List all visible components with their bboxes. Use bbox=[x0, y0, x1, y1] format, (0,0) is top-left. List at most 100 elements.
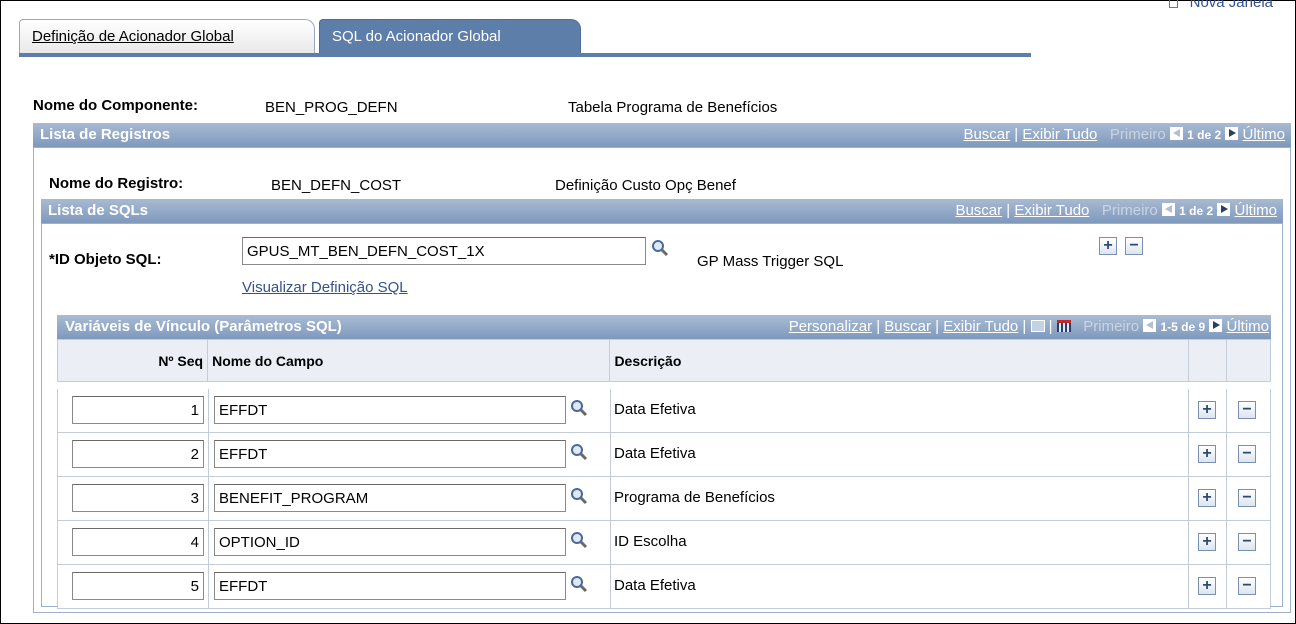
sqls-title: Lista de SQLs bbox=[48, 202, 149, 219]
next-arrow-icon[interactable] bbox=[1209, 319, 1223, 332]
minus-icon[interactable]: − bbox=[1238, 401, 1256, 419]
description-value: Programa de Benefícios bbox=[614, 489, 775, 506]
records-last-link[interactable]: Último bbox=[1242, 126, 1285, 143]
magnifier-icon[interactable] bbox=[570, 531, 588, 549]
sqls-count: 1 de 2 bbox=[1179, 204, 1214, 218]
new-window-grid-icon[interactable] bbox=[1030, 320, 1045, 332]
cell-divider bbox=[1226, 477, 1227, 520]
new-window-link[interactable]: Nova Janela bbox=[1168, 0, 1273, 11]
cell-divider bbox=[1188, 477, 1189, 520]
field-name-input[interactable] bbox=[214, 572, 566, 600]
magnifier-icon[interactable] bbox=[570, 487, 588, 505]
seq-input[interactable] bbox=[72, 484, 204, 512]
bind-last-link[interactable]: Último bbox=[1226, 318, 1269, 335]
col-label: Nº Seq bbox=[158, 352, 204, 369]
cell-divider bbox=[610, 389, 611, 432]
minus-icon[interactable]: − bbox=[1238, 533, 1256, 551]
prev-arrow-icon bbox=[1161, 203, 1175, 216]
sqls-last-link[interactable]: Último bbox=[1234, 202, 1277, 219]
sql-description: GP Mass Trigger SQL bbox=[697, 253, 844, 270]
plus-icon[interactable]: + bbox=[1198, 577, 1216, 595]
cell-divider bbox=[208, 521, 209, 564]
table-row: Programa de Benefícios + − bbox=[57, 477, 1271, 521]
plus-icon[interactable]: + bbox=[1099, 237, 1117, 255]
bind-vars-nav: Personalizar | Buscar | Exibir Tudo | | … bbox=[788, 318, 1269, 335]
tab-label: Definição de Acionador Global bbox=[32, 28, 234, 45]
magnifier-icon[interactable] bbox=[570, 443, 588, 461]
field-name-input[interactable] bbox=[214, 528, 566, 556]
cell-divider bbox=[208, 565, 209, 608]
record-description: Definição Custo Opç Benef bbox=[555, 177, 736, 194]
records-title: Lista de Registros bbox=[40, 126, 171, 143]
table-row: Data Efetiva + − bbox=[57, 565, 1271, 609]
new-window-label[interactable]: Nova Janela bbox=[1190, 0, 1273, 11]
minus-icon[interactable]: − bbox=[1125, 237, 1143, 255]
bind-vars-table: Nº Seq Nome do Campo Descrição bbox=[56, 339, 1272, 382]
sqls-find-link[interactable]: Buscar bbox=[955, 202, 1002, 219]
cell-divider bbox=[1188, 389, 1189, 432]
minus-icon[interactable]: − bbox=[1238, 577, 1256, 595]
field-name-input[interactable] bbox=[214, 484, 566, 512]
bind-vars-title: Variáveis de Vínculo (Parâmetros SQL) bbox=[65, 318, 342, 335]
next-arrow-icon[interactable] bbox=[1217, 203, 1231, 216]
personalize-link[interactable]: Personalizar bbox=[789, 318, 872, 335]
cell-divider bbox=[1188, 521, 1189, 564]
cell-divider bbox=[610, 433, 611, 476]
minus-icon[interactable]: − bbox=[1238, 445, 1256, 463]
records-nav: Buscar | Exibir Tudo Primeiro 1 de 2 Últ… bbox=[963, 126, 1285, 143]
seq-input[interactable] bbox=[72, 396, 204, 424]
cell-divider bbox=[1188, 565, 1189, 608]
view-sql-definition-link[interactable]: Visualizar Definição SQL bbox=[242, 279, 408, 296]
plus-icon[interactable]: + bbox=[1198, 489, 1216, 507]
download-excel-icon[interactable] bbox=[1056, 320, 1071, 332]
record-name-label: Nome do Registro: bbox=[49, 175, 184, 192]
bind-find-link[interactable]: Buscar bbox=[884, 318, 931, 335]
prev-arrow-icon bbox=[1169, 127, 1183, 140]
component-description: Tabela Programa de Benefícios bbox=[568, 99, 778, 116]
component-name-value: BEN_PROG_DEFN bbox=[265, 99, 398, 116]
seq-input[interactable] bbox=[72, 440, 204, 468]
minus-icon[interactable]: − bbox=[1238, 489, 1256, 507]
cell-divider bbox=[208, 389, 209, 432]
sqls-header: Lista de SQLs Buscar | Exibir Tudo Prime… bbox=[41, 199, 1283, 223]
col-header-seq: Nº Seq bbox=[56, 339, 209, 382]
seq-input[interactable] bbox=[72, 572, 204, 600]
bind-first: Primeiro bbox=[1083, 318, 1140, 335]
plus-icon[interactable]: + bbox=[1198, 533, 1216, 551]
records-find-link[interactable]: Buscar bbox=[963, 126, 1010, 143]
cell-divider bbox=[610, 565, 611, 608]
magnifier-icon[interactable] bbox=[570, 575, 588, 593]
table-row: Data Efetiva + − bbox=[57, 389, 1271, 433]
records-count: 1 de 2 bbox=[1187, 128, 1222, 142]
field-name-input[interactable] bbox=[214, 396, 566, 424]
description-value: Data Efetiva bbox=[614, 401, 696, 418]
magnifier-icon[interactable] bbox=[651, 239, 669, 257]
sql-id-label: *ID Objeto SQL: bbox=[49, 251, 162, 268]
col-label: Nome do Campo bbox=[212, 352, 324, 369]
magnifier-icon[interactable] bbox=[570, 399, 588, 417]
cell-divider bbox=[610, 521, 611, 564]
tab-underline bbox=[19, 53, 1031, 57]
next-arrow-icon[interactable] bbox=[1225, 127, 1239, 140]
component-name-label: Nome do Componente: bbox=[33, 97, 198, 114]
tab-global-trigger-definition[interactable]: Definição de Acionador Global bbox=[19, 19, 315, 53]
sql-id-input[interactable] bbox=[242, 237, 646, 265]
field-name-input[interactable] bbox=[214, 440, 566, 468]
tab-global-trigger-sql[interactable]: SQL do Acionador Global bbox=[319, 19, 581, 55]
tab-label: SQL do Acionador Global bbox=[332, 28, 501, 45]
description-value: ID Escolha bbox=[614, 533, 687, 550]
records-view-all-link[interactable]: Exibir Tudo bbox=[1022, 126, 1097, 143]
sqls-first: Primeiro bbox=[1101, 202, 1158, 219]
cell-divider bbox=[1226, 521, 1227, 564]
page-frame: Nova Janela Definição de Acionador Globa… bbox=[0, 0, 1296, 624]
plus-icon[interactable]: + bbox=[1198, 401, 1216, 419]
seq-input[interactable] bbox=[72, 528, 204, 556]
sqls-view-all-link[interactable]: Exibir Tudo bbox=[1014, 202, 1089, 219]
col-label: Descrição bbox=[614, 352, 682, 369]
description-value: Data Efetiva bbox=[614, 445, 696, 462]
records-header: Lista de Registros Buscar | Exibir Tudo … bbox=[33, 123, 1291, 147]
table-header-row: Nº Seq Nome do Campo Descrição bbox=[56, 339, 1272, 382]
bind-view-all-link[interactable]: Exibir Tudo bbox=[943, 318, 1018, 335]
plus-icon[interactable]: + bbox=[1198, 445, 1216, 463]
description-value: Data Efetiva bbox=[614, 577, 696, 594]
